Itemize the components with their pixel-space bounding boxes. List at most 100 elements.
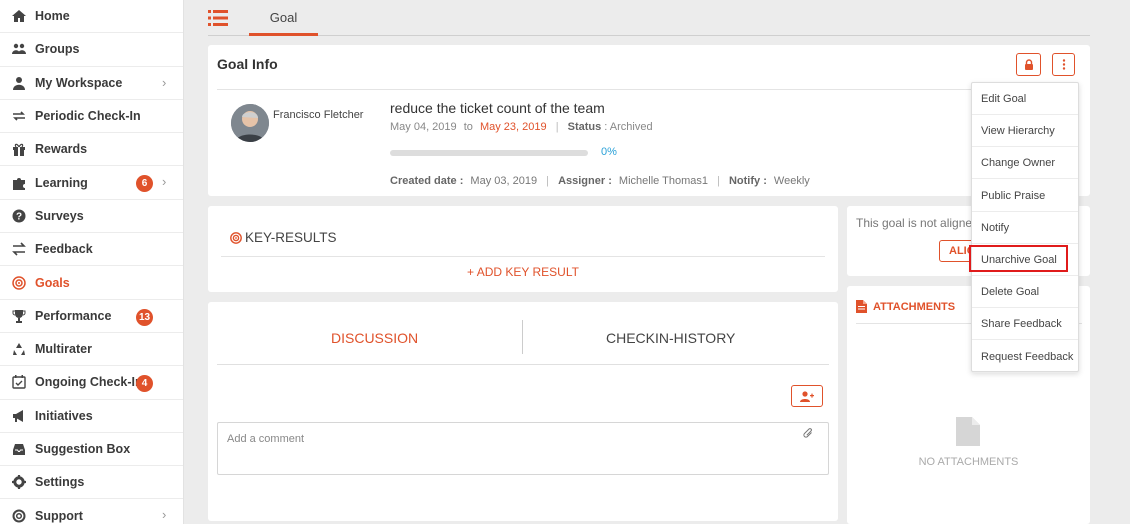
- sidebar-item-suggestion-box[interactable]: Suggestion Box: [0, 433, 183, 467]
- sidebar-item-ongoing-check-in[interactable]: Ongoing Check-In 4: [0, 366, 183, 400]
- menu-item-label: View Hierarchy: [981, 125, 1055, 138]
- refresh-icon: [10, 109, 28, 123]
- puzzle-icon: [10, 176, 28, 190]
- sidebar: Home Groups My Workspace › Periodic Check-In…: [0, 0, 184, 524]
- lock-button[interactable]: [1016, 53, 1041, 76]
- avatar: [231, 104, 269, 142]
- chevron-right-icon[interactable]: ›: [162, 174, 166, 189]
- divider: [217, 89, 1067, 90]
- tab-checkin-history[interactable]: CHECKIN-HISTORY: [606, 330, 735, 346]
- user-icon: [10, 76, 28, 90]
- owner-name[interactable]: Francisco Fletcher: [273, 109, 363, 121]
- alignment-text: This goal is not aligned: [856, 216, 979, 230]
- tab-discussion[interactable]: DISCUSSION: [331, 330, 418, 346]
- sidebar-item-label: Performance: [35, 308, 112, 323]
- menu-item-change-owner[interactable]: Change Owner: [972, 147, 1078, 180]
- created-label: Created date :: [390, 175, 464, 187]
- date-row: May 04, 2019 to May 23, 2019 | Status : …: [390, 121, 653, 133]
- sidebar-item-label: Learning: [35, 175, 88, 190]
- goal-options-menu: Edit Goal View Hierarchy Change Owner Publi…: [969, 82, 1079, 373]
- progress-bar: [390, 150, 588, 156]
- file-icon: [856, 300, 867, 313]
- menu-item-request-feedback[interactable]: Request Feedback: [972, 341, 1078, 373]
- sidebar-item-label: Multirater: [35, 342, 92, 357]
- count-badge: 4: [136, 375, 153, 393]
- notify-label: Notify :: [728, 175, 767, 187]
- sidebar-item-label: Suggestion Box: [35, 442, 131, 456]
- menu-item-label: Share Feedback: [981, 318, 1062, 331]
- goal-title: reduce the ticket count of the team: [390, 100, 605, 116]
- highlight-box: [969, 245, 1068, 272]
- paperclip-icon[interactable]: [803, 428, 814, 442]
- recycle-icon: [10, 342, 28, 356]
- sidebar-item-label: Goals: [35, 275, 70, 290]
- start-date: May 04, 2019: [390, 121, 457, 133]
- separator: |: [717, 175, 720, 187]
- divider: [217, 364, 829, 365]
- menu-item-edit-goal[interactable]: Edit Goal: [972, 83, 1078, 115]
- comment-input[interactable]: Add a comment: [217, 422, 829, 475]
- sidebar-item-label: Settings: [35, 475, 85, 490]
- sidebar-item-learning[interactable]: Learning 6 ›: [0, 166, 183, 200]
- count-badge: 6: [136, 175, 153, 193]
- sidebar-item-rewards[interactable]: Rewards: [0, 133, 183, 167]
- sidebar-item-support[interactable]: Support ›: [0, 499, 183, 524]
- menu-item-delete-goal[interactable]: Delete Goal: [972, 276, 1078, 309]
- key-results-title: KEY-RESULTS: [245, 230, 337, 245]
- sidebar-item-goals[interactable]: Goals: [0, 266, 183, 300]
- goal-info-title: Goal Info: [217, 56, 278, 72]
- svg-text:?: ?: [16, 211, 22, 222]
- tab-bar: Goal Details: [208, 0, 1090, 61]
- megaphone-icon: [10, 409, 28, 423]
- sidebar-item-surveys[interactable]: ? Surveys: [0, 200, 183, 234]
- chevron-right-icon[interactable]: ›: [162, 75, 166, 90]
- assigner-value: Michelle Thomas1: [618, 175, 708, 187]
- no-attachments-text: NO ATTACHMENTS: [918, 456, 1019, 468]
- separator: |: [546, 175, 549, 187]
- attachments-heading: ATTACHMENTS: [856, 300, 955, 313]
- sidebar-item-home[interactable]: Home: [0, 0, 183, 34]
- menu-item-unarchive-goal[interactable]: Unarchive Goal: [969, 244, 1078, 276]
- divider: [221, 256, 825, 257]
- key-results-card: KEY-RESULTS + ADD KEY RESULT: [208, 206, 838, 292]
- add-user-button[interactable]: [791, 385, 823, 407]
- more-vertical-icon: [1062, 59, 1065, 70]
- menu-item-notify[interactable]: Notify: [972, 212, 1078, 244]
- home-icon: [10, 9, 28, 23]
- progress-percent: 0%: [601, 146, 617, 158]
- sidebar-item-groups[interactable]: Groups: [0, 33, 183, 67]
- sidebar-item-label: Groups: [35, 42, 80, 57]
- add-user-icon: [800, 390, 814, 402]
- sidebar-item-initiatives[interactable]: Initiatives: [0, 400, 183, 433]
- tab-goal-details[interactable]: Goal Details: [249, 0, 318, 61]
- menu-item-view-hierarchy[interactable]: View Hierarchy: [972, 115, 1078, 148]
- sidebar-item-feedback[interactable]: Feedback: [0, 233, 183, 267]
- due-date: May 23, 2019: [479, 121, 547, 133]
- menu-item-public-praise[interactable]: Public Praise: [972, 180, 1078, 212]
- menu-item-label: Change Owner: [981, 157, 1055, 170]
- meta-row: Created date : May 03, 2019 | Assigner :…: [390, 175, 810, 187]
- target-icon: [10, 275, 28, 290]
- sidebar-item-multirater[interactable]: Multirater: [0, 333, 183, 367]
- gear-icon: [10, 475, 28, 490]
- sidebar-item-label: Rewards: [35, 142, 88, 157]
- menu-item-label: Request Feedback: [981, 350, 1074, 363]
- sidebar-item-label: Feedback: [35, 242, 93, 257]
- more-options-button[interactable]: [1052, 53, 1075, 76]
- sidebar-item-my-workspace[interactable]: My Workspace ›: [0, 67, 183, 100]
- sidebar-item-label: Surveys: [35, 208, 84, 223]
- created-value: May 03, 2019: [470, 175, 538, 187]
- groups-icon: [10, 42, 28, 56]
- menu-item-label: Public Praise: [981, 189, 1046, 202]
- comment-placeholder: Add a comment: [227, 433, 305, 445]
- sidebar-item-periodic-check-in[interactable]: Periodic Check-In: [0, 100, 183, 134]
- menu-item-share-feedback[interactable]: Share Feedback: [972, 308, 1078, 341]
- inbox-icon: [10, 442, 28, 456]
- lifebuoy-icon: [10, 509, 28, 523]
- list-icon[interactable]: [208, 10, 228, 26]
- chevron-right-icon[interactable]: ›: [162, 507, 166, 522]
- sidebar-item-performance[interactable]: Performance 13: [0, 300, 183, 333]
- sidebar-item-settings[interactable]: Settings: [0, 466, 183, 500]
- add-key-result-button[interactable]: + ADD KEY RESULT: [208, 265, 838, 279]
- exchange-icon: [10, 242, 28, 256]
